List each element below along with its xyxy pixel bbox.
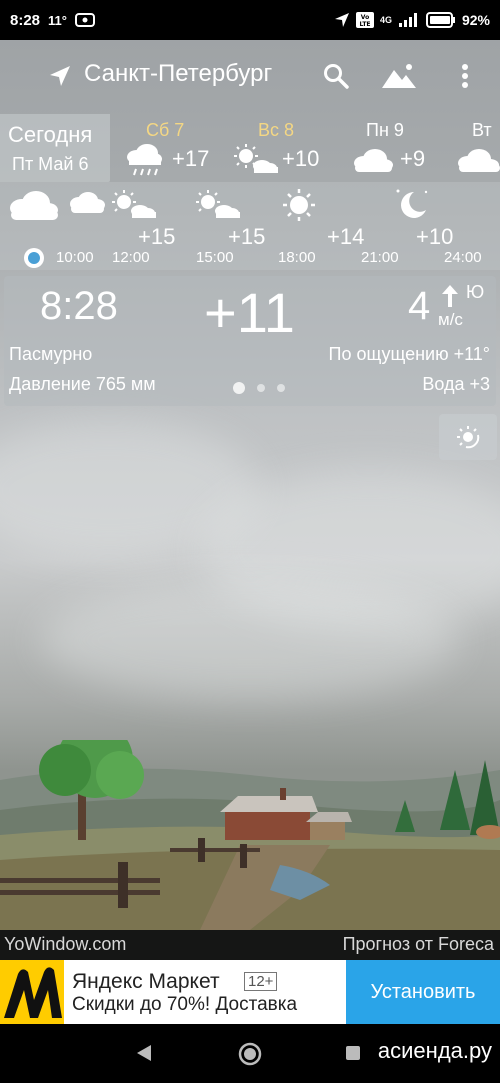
hour-temp: +10 — [416, 224, 454, 249]
sun-cloud-icon — [234, 144, 278, 173]
home-icon[interactable] — [238, 1042, 262, 1066]
hour-temp: +14 — [327, 224, 365, 249]
day-tile[interactable]: Пн 9 +9 — [350, 114, 450, 182]
battery-icon — [425, 12, 455, 28]
hourly-forecast: +15 +15 +14 +10 10:00 12:00 15:00 18:00 … — [0, 182, 500, 270]
ad-subtitle: Скидки до 70%! Доставка — [72, 994, 298, 1015]
feels-like: По ощущению +11° — [328, 344, 490, 364]
top-app-bar: Санкт-Петербург — [0, 40, 500, 112]
recents-icon[interactable] — [345, 1045, 361, 1061]
moon-icon — [396, 189, 428, 218]
back-icon[interactable] — [135, 1044, 153, 1062]
rain-cloud-icon — [127, 144, 162, 176]
day-label: Пн 9 — [366, 120, 404, 140]
hour-time: 10:00 — [56, 249, 94, 266]
brand-link[interactable]: YoWindow.com — [4, 934, 126, 955]
landscape-icon[interactable] — [380, 62, 418, 90]
more-options-icon[interactable] — [455, 62, 475, 90]
sun-icon — [283, 189, 315, 221]
city-name[interactable]: Санкт-Петербург — [84, 60, 272, 88]
hour-time: 18:00 — [278, 249, 316, 266]
wind-direction: Ю — [466, 282, 485, 302]
hour-time: 15:00 — [196, 249, 234, 266]
current-time-marker — [24, 248, 44, 268]
volte-icon: Vo LTE — [355, 12, 374, 28]
navigation-bar: асиенда.ру — [0, 1024, 500, 1083]
hour-time: 24:00 — [444, 249, 482, 266]
sun-cloud-icon — [196, 190, 240, 218]
watermark: асиенда.ру — [377, 1038, 492, 1063]
network-type: 4G — [379, 15, 392, 25]
app-notification-icon — [74, 13, 95, 27]
signal-icon — [398, 13, 417, 27]
landscape-illustration — [0, 740, 500, 930]
ad-title: Яндекс Маркет — [72, 970, 220, 993]
sun-orbit-icon — [457, 426, 480, 449]
install-button[interactable]: Установить — [346, 960, 500, 1024]
status-bar: 8:28 11° Vo LTE 4G 92% — [0, 0, 500, 40]
page-indicator[interactable] — [233, 382, 285, 394]
condition-text: Пасмурно — [9, 344, 93, 364]
current-conditions-card[interactable]: 8:28 +11 4 Ю м/с Пасмурно По ощущению +1… — [4, 276, 496, 406]
today-tile[interactable]: Сегодня Пт Май 6 — [0, 114, 110, 182]
day-temp: +17 — [172, 146, 210, 171]
current-time: 8:28 — [40, 284, 118, 328]
today-title: Сегодня — [8, 122, 93, 147]
daily-forecast: Сегодня Пт Май 6 Сб 7 +17 Вс 8 +10 Пн 9 … — [0, 114, 500, 182]
yandex-market-logo — [0, 960, 64, 1024]
wind-unit: м/с — [438, 310, 463, 329]
hour-time: 21:00 — [361, 249, 399, 266]
credit-bar: YoWindow.com Прогноз от Foreca — [0, 930, 500, 960]
day-tile[interactable]: Сб 7 +17 — [120, 114, 230, 182]
hour-temp: +15 — [138, 224, 176, 249]
day-label: Вт — [472, 120, 492, 140]
cloud-icon — [458, 149, 500, 172]
ad-banner[interactable]: Яндекс Маркет 12+ Скидки до 70%! Доставк… — [0, 960, 500, 1024]
hour-temp: +15 — [228, 224, 266, 249]
status-time: 8:28 — [10, 11, 41, 29]
page-dot[interactable] — [277, 384, 285, 392]
svg-text:Vo: Vo — [361, 14, 369, 21]
battery-percent: 92% — [461, 12, 490, 28]
today-date: Пт Май 6 — [12, 154, 89, 174]
hour-time: 12:00 — [112, 249, 150, 266]
day-temp: +9 — [400, 146, 426, 171]
page-dot[interactable] — [233, 382, 245, 394]
provider-link[interactable]: Прогноз от Foreca — [343, 934, 494, 955]
wind-speed: 4 — [408, 284, 431, 328]
cloud-icon — [10, 191, 58, 220]
cloud-icon — [354, 149, 393, 172]
day-label: Вс 8 — [258, 120, 295, 140]
status-temp: 11° — [48, 12, 67, 28]
search-icon[interactable] — [322, 62, 350, 90]
ad-age-rating: 12+ — [244, 972, 278, 991]
sun-position-button[interactable] — [439, 414, 497, 460]
current-temperature: +11 — [204, 281, 295, 344]
cloud-icon — [70, 192, 105, 213]
pressure: Давление 765 мм — [9, 374, 156, 394]
location-arrow-icon[interactable] — [48, 64, 72, 88]
day-label: Сб 7 — [146, 120, 185, 140]
day-tile[interactable]: Вт — [452, 114, 500, 182]
day-tile[interactable]: Вс 8 +10 — [230, 114, 340, 182]
navigation-arrow-icon — [334, 13, 349, 27]
page-dot[interactable] — [257, 384, 265, 392]
water-temp: Вода +3 — [422, 374, 490, 394]
sun-cloud-icon — [112, 190, 156, 218]
svg-text:LTE: LTE — [359, 21, 370, 28]
wind-direction-arrow-icon — [442, 285, 458, 307]
day-temp: +10 — [282, 146, 320, 171]
